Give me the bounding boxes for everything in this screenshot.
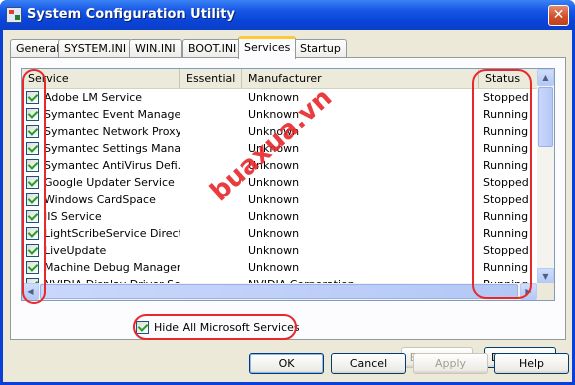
column-header-essential[interactable]: Essential [180, 69, 242, 88]
service-enabled-checkbox[interactable] [26, 108, 39, 121]
tab-system-ini[interactable]: SYSTEM.INI [58, 39, 133, 58]
service-manufacturer: Unknown [248, 193, 300, 206]
help-button[interactable]: Help [494, 353, 569, 374]
column-header-manufacturer[interactable]: Manufacturer [242, 69, 479, 88]
horizontal-scrollbar[interactable]: ◀ ▶ [22, 283, 537, 300]
close-button[interactable]: ✕ [548, 5, 569, 26]
service-status: Running [483, 125, 529, 138]
tab-startup[interactable]: Startup [294, 39, 347, 58]
service-status: Running [483, 210, 529, 223]
service-manufacturer: Unknown [248, 159, 300, 172]
service-manufacturer: Unknown [248, 91, 300, 104]
service-enabled-checkbox[interactable] [26, 244, 39, 257]
hide-microsoft-services-label: Hide All Microsoft Services [154, 321, 300, 334]
service-enabled-checkbox[interactable] [26, 210, 39, 223]
service-enabled-checkbox[interactable] [26, 176, 39, 189]
service-name: LiveUpdate [44, 244, 107, 257]
service-name: Symantec AntiVirus Defi... [44, 159, 180, 172]
service-enabled-checkbox[interactable] [26, 125, 39, 138]
services-list[interactable]: Service Essential Manufacturer Status Ad… [21, 68, 555, 301]
scrollbar-corner [537, 283, 554, 300]
ok-button[interactable]: OK [249, 353, 324, 374]
list-header: Service Essential Manufacturer Status [22, 69, 537, 89]
service-status: Running [483, 261, 529, 274]
service-row[interactable]: Symantec Network Proxy Unknown Running [22, 123, 537, 140]
tab-boot-ini[interactable]: BOOT.INI [182, 39, 243, 58]
service-status: Running [483, 227, 529, 240]
service-status: Stopped [483, 244, 529, 257]
service-name: Machine Debug Manager [44, 261, 180, 274]
service-row[interactable]: Google Updater Service Unknown Stopped [22, 174, 537, 191]
service-row[interactable]: Symantec AntiVirus Defi... Unknown Runni… [22, 157, 537, 174]
vertical-scroll-thumb[interactable] [538, 87, 553, 147]
service-enabled-checkbox[interactable] [26, 193, 39, 206]
service-enabled-checkbox[interactable] [26, 91, 39, 104]
title-bar[interactable]: System Configuration Utility ✕ [0, 0, 575, 30]
service-row[interactable]: Machine Debug Manager Unknown Running [22, 259, 537, 276]
tab-win-ini[interactable]: WIN.INI [129, 39, 182, 58]
column-header-status[interactable]: Status [479, 69, 537, 88]
service-name: Windows CardSpace [44, 193, 156, 206]
service-status: Running [483, 159, 529, 172]
service-manufacturer: Unknown [248, 108, 300, 121]
service-row[interactable]: LiveUpdate Unknown Stopped [22, 242, 537, 259]
apply-button[interactable]: Apply [413, 353, 488, 374]
column-header-service[interactable]: Service [22, 69, 180, 88]
service-status: Stopped [483, 193, 529, 206]
service-name: Symantec Event Manager [44, 108, 180, 121]
service-enabled-checkbox[interactable] [26, 261, 39, 274]
scroll-right-arrow-icon[interactable]: ▶ [520, 283, 537, 300]
service-status: Running [483, 108, 529, 121]
msconfig-app-icon [6, 7, 22, 23]
services-tab-panel: Service Essential Manufacturer Status Ad… [10, 57, 566, 368]
horizontal-scroll-thumb[interactable] [40, 284, 518, 299]
vertical-scrollbar[interactable]: ▲ ▼ [537, 69, 554, 285]
service-manufacturer: Unknown [248, 142, 300, 155]
list-body: Adobe LM Service Unknown Stopped Symante… [22, 89, 537, 293]
service-status: Stopped [483, 176, 529, 189]
main-window: System Configuration Utility ✕ General S… [0, 0, 575, 385]
service-status: Stopped [483, 91, 529, 104]
service-name: Adobe LM Service [44, 91, 143, 104]
service-manufacturer: Unknown [248, 210, 300, 223]
service-status: Running [483, 142, 529, 155]
service-manufacturer: Unknown [248, 244, 300, 257]
service-row[interactable]: Windows CardSpace Unknown Stopped [22, 191, 537, 208]
hide-microsoft-services-checkbox[interactable] [136, 321, 149, 334]
window-title: System Configuration Utility [27, 7, 235, 22]
service-name: IIS Service [44, 210, 102, 223]
service-enabled-checkbox[interactable] [26, 142, 39, 155]
dialog-client-area: General SYSTEM.INI WIN.INI BOOT.INI Serv… [3, 30, 572, 382]
service-manufacturer: Unknown [248, 227, 300, 240]
service-manufacturer: Unknown [248, 176, 300, 189]
service-row[interactable]: Adobe LM Service Unknown Stopped [22, 89, 537, 106]
service-name: Symantec Network Proxy [44, 125, 180, 138]
service-enabled-checkbox[interactable] [26, 159, 39, 172]
scroll-left-arrow-icon[interactable]: ◀ [22, 283, 39, 300]
service-row[interactable]: Symantec Event Manager Unknown Running [22, 106, 537, 123]
service-row[interactable]: IIS Service Unknown Running [22, 208, 537, 225]
scroll-up-arrow-icon[interactable]: ▲ [537, 69, 554, 86]
service-name: Google Updater Service [44, 176, 175, 189]
service-manufacturer: Unknown [248, 125, 300, 138]
cancel-button[interactable]: Cancel [331, 353, 406, 374]
service-enabled-checkbox[interactable] [26, 227, 39, 240]
service-name: LightScribeService Direct... [44, 227, 180, 240]
tab-services[interactable]: Services [238, 36, 297, 59]
service-manufacturer: Unknown [248, 261, 300, 274]
service-name: Symantec Settings Mana... [44, 142, 180, 155]
service-row[interactable]: LightScribeService Direct... Unknown Run… [22, 225, 537, 242]
service-row[interactable]: Symantec Settings Mana... Unknown Runnin… [22, 140, 537, 157]
